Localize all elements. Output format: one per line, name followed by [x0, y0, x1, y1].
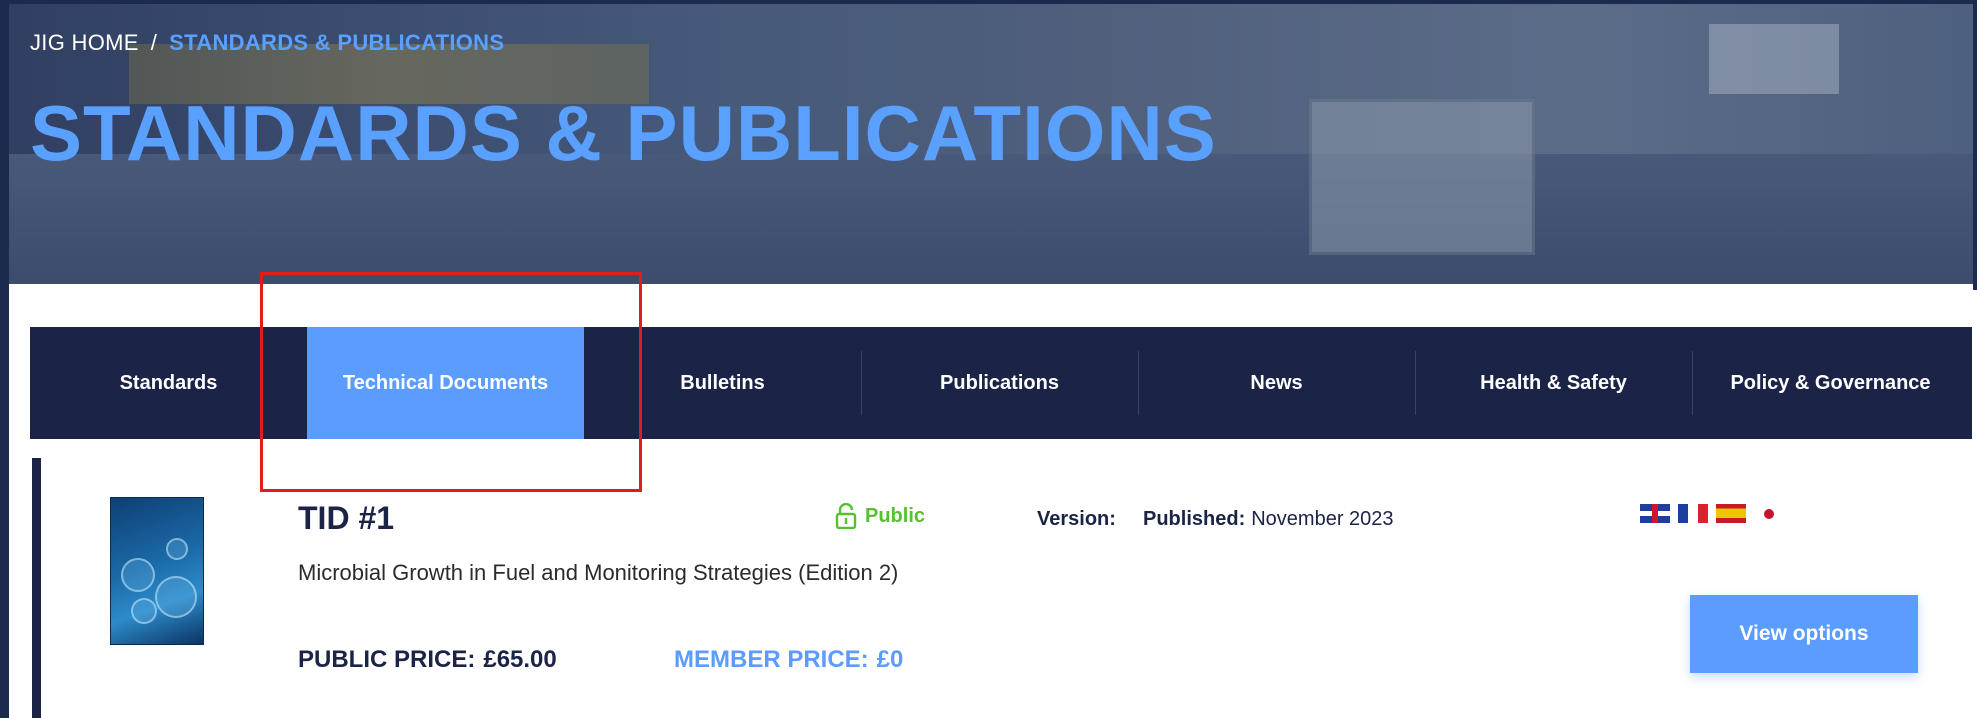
document-code[interactable]: TID #1 — [298, 500, 394, 537]
window-frame-right — [1973, 0, 1977, 290]
public-price: PUBLIC PRICE: £65.00 — [298, 646, 557, 674]
access-badge: Public — [835, 503, 925, 529]
document-title: Microbial Growth in Fuel and Monitoring … — [298, 560, 899, 585]
cover-bubble — [155, 576, 197, 618]
hero-background-truck — [1309, 99, 1535, 255]
document-item-accent-bar — [32, 458, 41, 718]
tab-health-safety[interactable]: Health & Safety — [1415, 327, 1692, 439]
breadcrumb-separator: / — [150, 30, 158, 55]
cover-bubble — [166, 538, 188, 560]
breadcrumb: JIG HOME / STANDARDS & PUBLICATIONS — [30, 30, 504, 56]
uk-flag-icon[interactable] — [1640, 504, 1670, 523]
document-cover-thumbnail[interactable] — [110, 497, 204, 645]
unlocked-lock-icon — [835, 503, 857, 529]
tab-policy-governance[interactable]: Policy & Governance — [1692, 327, 1969, 439]
page-title: STANDARDS & PUBLICATIONS — [30, 89, 1217, 177]
language-flags — [1640, 504, 1784, 523]
tab-standards[interactable]: Standards — [30, 327, 307, 439]
spain-flag-icon[interactable] — [1716, 504, 1746, 523]
member-price-label: MEMBER PRICE: — [674, 646, 869, 673]
window-frame-left — [0, 0, 9, 718]
japan-flag-icon[interactable] — [1754, 504, 1784, 523]
view-options-button[interactable]: View options — [1690, 595, 1918, 673]
cover-bubble — [131, 598, 157, 624]
france-flag-icon[interactable] — [1678, 504, 1708, 523]
tab-technical-documents[interactable]: Technical Documents — [307, 327, 584, 439]
public-price-value: £65.00 — [483, 646, 557, 673]
tab-news[interactable]: News — [1138, 327, 1415, 439]
tab-publications[interactable]: Publications — [861, 327, 1138, 439]
tab-bulletins[interactable]: Bulletins — [584, 327, 861, 439]
member-price-value: £0 — [876, 646, 904, 673]
member-price: MEMBER PRICE: £0 — [674, 646, 903, 674]
category-tab-bar: Standards Technical Documents Bulletins … — [30, 327, 1972, 439]
cover-bubble — [121, 558, 155, 592]
published-info: Published: November 2023 — [1143, 508, 1394, 531]
access-label: Public — [865, 504, 926, 527]
version-label: Version: — [1037, 508, 1116, 530]
published-label: Published: — [1143, 508, 1246, 530]
hero-background-van — [1709, 24, 1839, 94]
public-price-label: PUBLIC PRICE: — [298, 646, 476, 673]
breadcrumb-home-link[interactable]: JIG HOME — [30, 30, 139, 56]
published-date: November 2023 — [1251, 508, 1394, 530]
breadcrumb-current: STANDARDS & PUBLICATIONS — [169, 30, 505, 55]
